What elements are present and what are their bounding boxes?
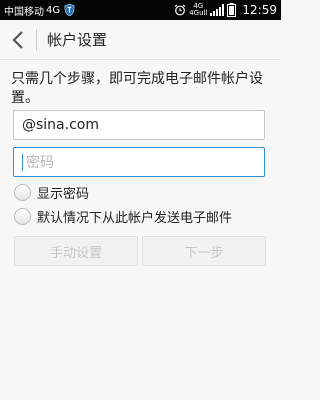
carrier-name: 中国移动 xyxy=(4,6,44,18)
default-send-option[interactable]: 默认情况下从此帐户发送电子邮件 xyxy=(14,207,232,226)
alarm-icon xyxy=(174,4,186,16)
battery-icon xyxy=(227,3,237,17)
show-password-option[interactable]: 显示密码 xyxy=(14,183,89,202)
show-password-label: 显示密码 xyxy=(37,187,90,202)
password-field[interactable]: 密码 xyxy=(13,147,265,177)
divider xyxy=(36,28,37,51)
app-bar: 帐户设置 xyxy=(0,20,281,60)
network-indicator: 4G 4Gull xyxy=(189,3,207,17)
shield-icon xyxy=(64,4,75,16)
chevron-left-icon xyxy=(12,30,23,49)
default-send-label: 默认情况下从此帐户发送电子邮件 xyxy=(37,211,233,226)
next-button[interactable]: 下一步 xyxy=(142,236,266,266)
text-cursor xyxy=(22,153,23,171)
default-send-radio[interactable] xyxy=(14,208,31,225)
page-title: 帐户设置 xyxy=(47,31,108,49)
back-button[interactable] xyxy=(0,20,36,60)
manual-setup-button[interactable]: 手动设置 xyxy=(14,236,138,266)
network-label-bottom: 4Gull xyxy=(189,9,208,17)
intro-text: 只需几个步骤，即可完成电子邮件帐户设置。 xyxy=(11,71,263,106)
email-field[interactable]: @sina.com xyxy=(13,110,265,140)
signal-icon xyxy=(210,4,225,16)
status-bar: 中国移动 4G 4G 4Gull 12:59 xyxy=(0,0,281,20)
password-placeholder: 密码 xyxy=(26,155,54,171)
clock: 12:59 xyxy=(242,3,277,17)
show-password-radio[interactable] xyxy=(14,184,31,201)
network-type: 4G xyxy=(46,4,61,16)
email-value: @sina.com xyxy=(22,117,99,133)
